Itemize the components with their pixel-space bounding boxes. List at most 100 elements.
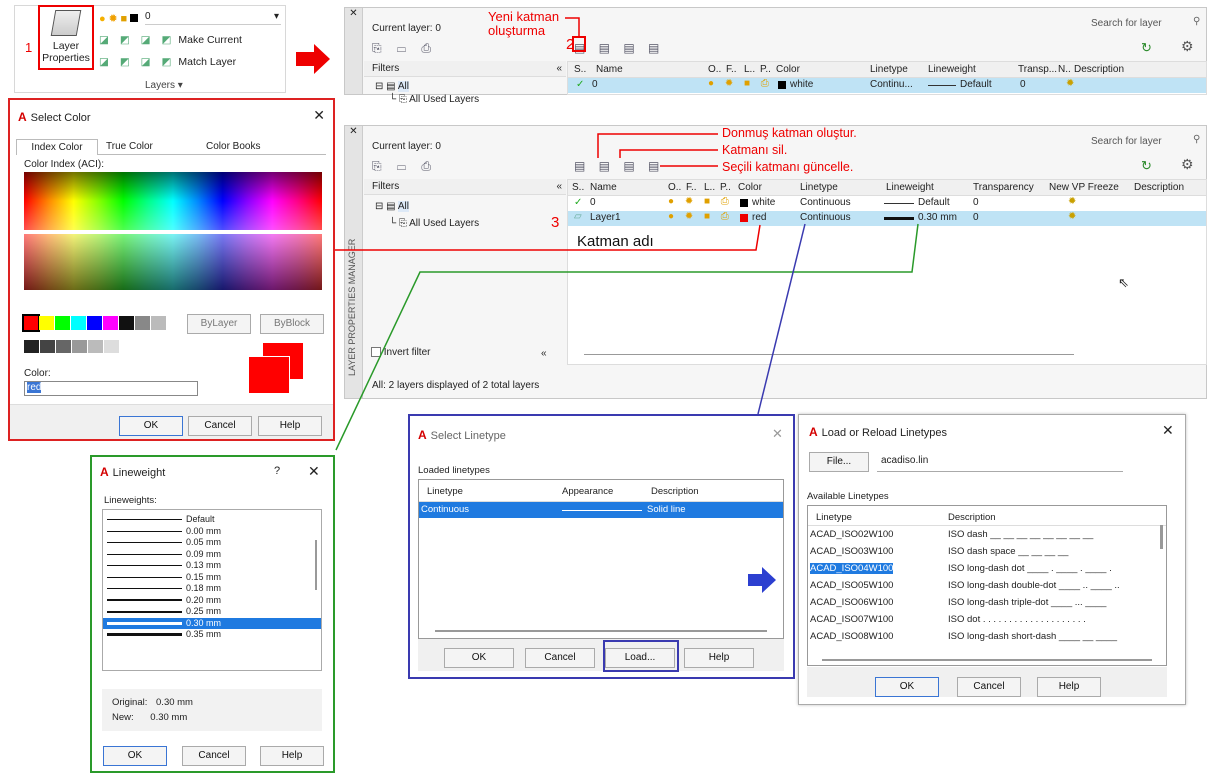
lt-row-desc: Solid line xyxy=(647,504,686,515)
byblock-button[interactable]: ByBlock xyxy=(260,314,324,334)
color-input[interactable]: red xyxy=(24,381,198,396)
color-ok-button[interactable]: OK xyxy=(119,416,183,436)
lineweight-sample-line xyxy=(107,587,182,590)
lt-col-description[interactable]: Description xyxy=(651,486,699,497)
std-blue[interactable] xyxy=(87,316,102,330)
autocad-logo-icon-2: A xyxy=(100,465,109,479)
lw-dialog-title: A Lineweight xyxy=(100,465,165,479)
aci-label: Color Index (ACI): xyxy=(24,159,105,170)
load-title-text: Load or Reload Linetypes xyxy=(821,427,948,439)
std-green[interactable] xyxy=(55,316,70,330)
lineweight-item[interactable]: 0.05 mm xyxy=(103,537,321,549)
avail-hscroll[interactable] xyxy=(822,659,1152,661)
lineweight-item-label: 0.13 mm xyxy=(186,560,222,570)
close-icon-color[interactable]: ✕ xyxy=(313,107,325,124)
lineweight-item[interactable]: 0.25 mm xyxy=(103,606,321,618)
available-linetype-row[interactable]: ACAD_ISO02W100 ISO dash __ __ __ __ __ __… xyxy=(808,526,1166,543)
available-linetype-desc: ISO long-dash dot ____ . ____ . ____ . xyxy=(948,563,1112,574)
avail-header: Linetype Description xyxy=(808,506,1166,526)
avail-vscroll[interactable] xyxy=(1160,525,1163,549)
close-icon-load[interactable]: ✕ xyxy=(1162,422,1174,439)
load-ok-button[interactable]: OK xyxy=(875,677,939,697)
lt-ok-button[interactable]: OK xyxy=(444,648,514,668)
lineweight-item[interactable]: 0.20 mm xyxy=(103,595,321,607)
tab-color-books[interactable]: Color Books xyxy=(206,141,260,152)
lt-row-appearance xyxy=(562,510,642,511)
color-input-value: red xyxy=(27,382,42,393)
autocad-logo-icon-4: A xyxy=(809,425,818,439)
avail-col-description[interactable]: Description xyxy=(948,512,996,523)
help-question-icon[interactable]: ? xyxy=(274,465,280,477)
lineweight-item[interactable]: 0.15 mm xyxy=(103,572,321,584)
lw-label: Lineweights: xyxy=(104,495,157,506)
tab-index-color[interactable]: Index Color xyxy=(16,139,98,155)
avail-col-linetype[interactable]: Linetype xyxy=(816,512,852,523)
select-color-dialog: A Select Color ✕ Index Color True Color C… xyxy=(8,98,335,441)
tab-true-color[interactable]: True Color xyxy=(106,141,153,152)
available-linetype-row[interactable]: ACAD_ISO06W100 ISO long-dash triple-dot _… xyxy=(808,594,1166,611)
lt-col-linetype[interactable]: Linetype xyxy=(427,486,463,497)
lineweight-item[interactable]: 0.09 mm xyxy=(103,549,321,561)
lt-help-button[interactable]: Help xyxy=(684,648,754,668)
lineweight-sample-line xyxy=(107,530,182,532)
gray-colors[interactable] xyxy=(24,340,119,353)
lineweight-item[interactable]: 0.00 mm xyxy=(103,526,321,538)
lw-title-text: Lineweight xyxy=(112,467,166,479)
color-dialog-title: A Select Color xyxy=(18,110,91,124)
available-linetype-row[interactable]: ACAD_ISO03W100 ISO dash space __ __ __ __ xyxy=(808,543,1166,560)
available-linetype-desc: ISO dash space __ __ __ __ xyxy=(948,546,1069,557)
lineweight-item[interactable]: 0.30 mm xyxy=(103,617,321,629)
available-linetype-row[interactable]: ACAD_ISO04W100 ISO long-dash dot ____ . _… xyxy=(808,560,1166,577)
lineweight-item-label: 0.20 mm xyxy=(186,594,222,605)
available-linetype-row[interactable]: ACAD_ISO07W100 ISO dot . . . . . . . . . … xyxy=(808,611,1166,628)
std-cyan[interactable] xyxy=(71,316,86,330)
load-help-button[interactable]: Help xyxy=(1037,677,1101,697)
bylayer-button[interactable]: ByLayer xyxy=(187,314,251,334)
file-input-value: acadiso.lin xyxy=(881,455,929,466)
color-help-button[interactable]: Help xyxy=(258,416,322,436)
lt-cancel-button[interactable]: Cancel xyxy=(525,648,595,668)
lineweight-item-label: 0.15 mm xyxy=(186,571,222,582)
available-linetype-row[interactable]: ACAD_ISO05W100 ISO long-dash double-dot _… xyxy=(808,577,1166,594)
lineweight-sample-line xyxy=(107,565,182,567)
lineweight-list[interactable]: Default 0.00 mm 0.05 mm 0.09 mm 0.13 mm 0.15 … xyxy=(102,509,322,671)
std-yellow[interactable] xyxy=(39,316,54,330)
original-label: Original: xyxy=(112,697,148,708)
lineweight-item-label: 0.35 mm xyxy=(186,629,222,639)
lineweight-sample-line xyxy=(107,519,182,521)
lw-help-button[interactable]: Help xyxy=(260,746,324,766)
color-cancel-button[interactable]: Cancel xyxy=(188,416,252,436)
lt-col-appearance[interactable]: Appearance xyxy=(562,486,613,497)
std-red[interactable] xyxy=(22,314,40,332)
std-black[interactable] xyxy=(119,316,134,330)
load-cancel-button[interactable]: Cancel xyxy=(957,677,1021,697)
color-preview xyxy=(248,342,304,394)
new-label: New: xyxy=(112,712,134,723)
loaded-linetype-list[interactable]: Linetype Appearance Description Continuo… xyxy=(418,479,784,639)
available-linetype-row[interactable]: ACAD_ISO08W100 ISO long-dash short-dash _… xyxy=(808,628,1166,645)
loaded-label: Loaded linetypes xyxy=(418,465,490,476)
linetype-row-continuous[interactable]: Continuous Solid line xyxy=(419,502,783,518)
lineweight-item[interactable]: 0.18 mm xyxy=(103,583,321,595)
lineweight-item[interactable]: 0.13 mm xyxy=(103,560,321,572)
lw-cancel-button[interactable]: Cancel xyxy=(182,746,246,766)
std-magenta[interactable] xyxy=(103,316,118,330)
lineweight-sample-line xyxy=(107,610,182,613)
close-icon-lw[interactable]: ✕ xyxy=(308,463,320,480)
available-linetype-list[interactable]: Linetype Description ACAD_ISO02W100 ISO d… xyxy=(807,505,1167,666)
aci-palette-upper[interactable] xyxy=(24,172,322,230)
select-linetype-dialog: A Select Linetype ✕ Loaded linetypes Line… xyxy=(408,414,795,679)
file-button[interactable]: File... xyxy=(809,452,869,472)
standard-colors[interactable] xyxy=(22,314,166,332)
close-icon-lt[interactable]: ✕ xyxy=(772,426,783,442)
std-gray2[interactable] xyxy=(151,316,166,330)
std-gray1[interactable] xyxy=(135,316,150,330)
lw-ok-button[interactable]: OK xyxy=(103,746,167,766)
lineweight-item[interactable]: 0.35 mm xyxy=(103,629,321,641)
lw-info-box: Original: 0.30 mm New: 0.30 mm xyxy=(102,689,322,731)
file-input[interactable]: acadiso.lin xyxy=(877,452,1123,472)
lineweight-item[interactable]: Default xyxy=(103,514,321,526)
aci-palette-lower[interactable] xyxy=(24,234,322,290)
lt-hscroll[interactable] xyxy=(435,630,767,632)
lw-vscroll[interactable] xyxy=(315,540,317,590)
